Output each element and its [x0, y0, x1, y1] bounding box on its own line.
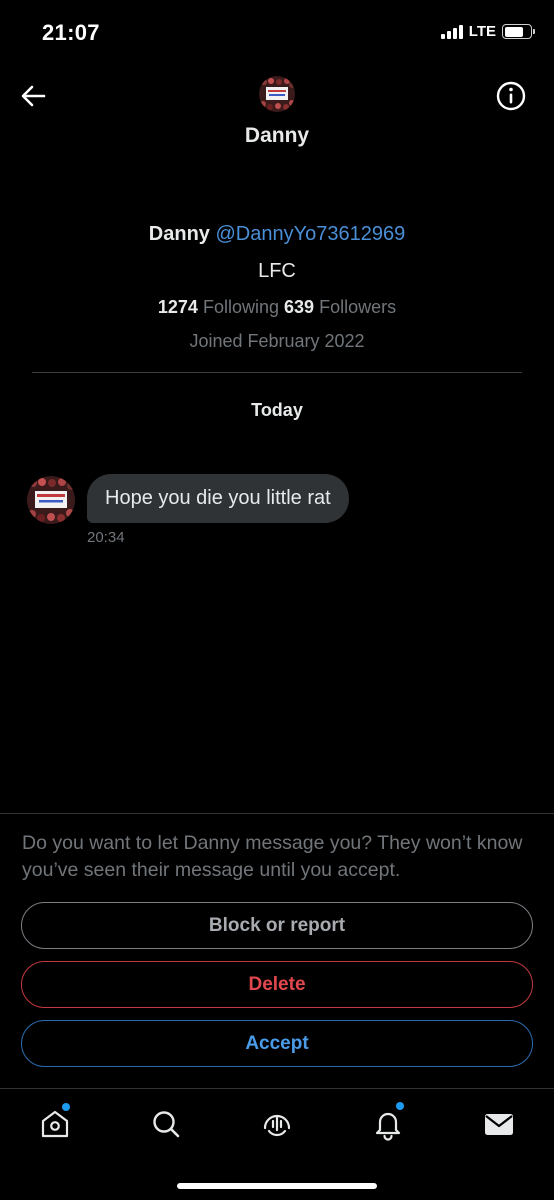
nav-search[interactable]	[149, 1107, 183, 1141]
search-icon	[153, 1111, 180, 1138]
messages-icon	[485, 1114, 513, 1135]
nav-notifications[interactable]	[371, 1107, 405, 1141]
day-separator: Today	[251, 400, 303, 420]
avatar-image	[259, 76, 295, 112]
home-icon	[41, 1110, 69, 1138]
profile-bio: LFC	[258, 260, 296, 282]
message-bubble[interactable]: Hope you die you little rat	[87, 474, 349, 523]
nav-spaces[interactable]	[260, 1107, 294, 1141]
home-indicator[interactable]	[177, 1183, 377, 1189]
nav-messages[interactable]	[482, 1107, 516, 1141]
signal-icon	[440, 24, 463, 39]
message-request-panel: Do you want to let Danny message you? Th…	[0, 813, 554, 1088]
profile-summary: Danny @DannyYo73612969 LFC 1274 Followin…	[0, 220, 554, 355]
status-indicators: LTE	[440, 23, 535, 40]
profile-handle[interactable]: @DannyYo73612969	[215, 223, 405, 245]
profile-name[interactable]: Danny	[149, 223, 210, 245]
header-avatar[interactable]	[259, 76, 295, 112]
back-arrow-icon	[21, 85, 46, 107]
status-bar: 21:07 LTE	[0, 0, 554, 64]
avatar-image	[27, 476, 75, 524]
nav-home[interactable]	[38, 1107, 72, 1141]
spaces-icon	[263, 1114, 291, 1137]
followers-count: 639	[284, 297, 315, 317]
back-button[interactable]	[18, 81, 48, 111]
followers-label: Followers	[319, 297, 397, 317]
delete-button[interactable]: Delete	[21, 961, 533, 1008]
divider	[32, 372, 522, 373]
profile-name-line: Danny @DannyYo73612969	[0, 220, 554, 248]
conversation-header: Danny	[0, 64, 554, 174]
header-title: Danny	[244, 124, 310, 147]
network-type: LTE	[468, 23, 496, 40]
block-or-report-button[interactable]: Block or report	[21, 902, 533, 949]
following-count: 1274	[157, 297, 198, 317]
status-time: 21:07	[42, 20, 100, 45]
profile-joined-date: Joined February 2022	[189, 331, 365, 351]
info-button[interactable]	[495, 80, 527, 112]
home-notification-dot	[62, 1103, 70, 1111]
profile-stats: 1274 Following 639 Followers	[0, 293, 554, 321]
request-prompt: Do you want to let Danny message you? Th…	[22, 832, 523, 881]
battery-icon	[502, 24, 535, 39]
accept-button[interactable]: Accept	[21, 1020, 533, 1067]
info-icon	[496, 81, 526, 111]
notifications-dot	[396, 1102, 404, 1110]
following-label: Following	[202, 297, 279, 317]
notifications-icon	[375, 1112, 401, 1141]
message-timestamp: 20:34	[87, 529, 125, 546]
sender-avatar[interactable]	[27, 476, 75, 524]
